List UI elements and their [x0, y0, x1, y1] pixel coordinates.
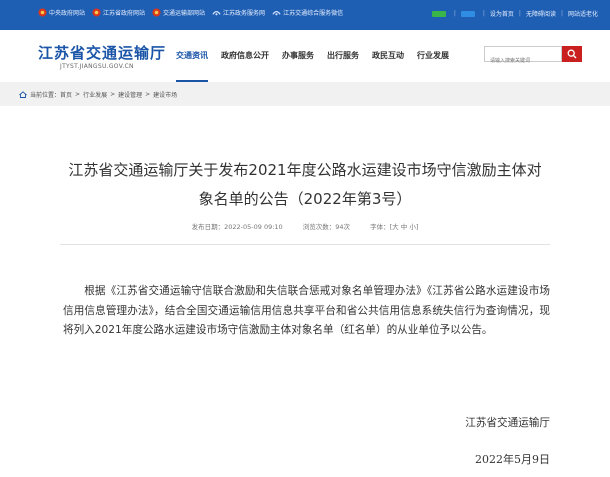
breadcrumb-construction[interactable]: 建设管理 [118, 90, 142, 99]
article-body: 根据《江苏省交通运输守信联合激励和失信联合惩戒对象名单管理办法》《江苏省公路水运… [63, 285, 550, 336]
link-label: 江苏政务服务网 [223, 10, 266, 17]
main-nav: 交通资讯 政府信息公开 办事服务 出行服务 政民互动 行业发展 [176, 50, 462, 82]
link-wechat-service[interactable]: 江苏交通综合服务微信 [272, 8, 343, 17]
emblem-icon [38, 8, 47, 17]
nav-transport-news[interactable]: 交通资讯 [176, 50, 208, 82]
link-label: 江苏交通综合服务微信 [283, 10, 344, 17]
article-signature: 江苏省交通运输厅 [465, 417, 550, 429]
publish-info: 发布日期：2022-05-09 09:10 [191, 223, 283, 231]
article-meta: 发布日期：2022-05-09 09:10 浏览次数：94次 字体：[大 中 小… [40, 221, 570, 231]
link-label: 中央政府网站 [49, 10, 86, 17]
badge-green-icon[interactable] [431, 10, 446, 17]
link-gov-service[interactable]: 江苏政务服务网 [212, 8, 265, 17]
search-button[interactable] [562, 46, 582, 62]
nav-industry[interactable]: 行业发展 [417, 50, 449, 61]
breadcrumb-home[interactable]: 首页 [60, 90, 72, 99]
article-date: 2022年5月9日 [475, 453, 550, 466]
link-label: 江苏省政府网站 [103, 10, 146, 17]
accessible-reading-link[interactable]: 无障碍阅读 [526, 9, 556, 18]
link-ministry-transport[interactable]: 交通运输部网站 [152, 8, 205, 17]
font-size-control: 字体：[大 中 小] [370, 223, 419, 231]
site-title[interactable]: 江苏省交通运输厅 [38, 42, 166, 63]
meta-divider [60, 244, 550, 245]
set-home-link[interactable]: 设为首页 [490, 9, 514, 18]
article-title: 江苏省交通运输厅关于发布2021年度公路水运建设市场守信激励主体对 象名单的公告… [40, 156, 570, 214]
top-links: 中央政府网站 江苏省政府网站 交通运输部网站 江苏政务服务网 江苏交通综合服务微… [38, 8, 350, 17]
site-domain: JTYST.JIANGSU.GOV.CN [60, 63, 134, 70]
nav-services[interactable]: 办事服务 [282, 50, 314, 61]
service-icon [272, 10, 281, 16]
emblem-icon [152, 8, 161, 17]
nav-travel[interactable]: 出行服务 [327, 50, 359, 61]
site-header: 江苏省交通运输厅 JTYST.JIANGSU.GOV.CN 交通资讯 政府信息公… [0, 30, 610, 82]
font-large-button[interactable]: 大 [392, 223, 399, 231]
home-icon [19, 91, 27, 98]
article-content: 江苏省交通运输厅关于发布2021年度公路水运建设市场守信激励主体对 象名单的公告… [0, 106, 610, 477]
service-icon [212, 10, 221, 16]
search-box [484, 46, 562, 68]
breadcrumb-prefix: 当前位置： [30, 92, 61, 99]
link-label: 交通运输部网站 [163, 10, 206, 17]
views-count: 94次 [335, 223, 351, 231]
breadcrumb-market[interactable]: 建设市场 [153, 90, 177, 99]
publish-date: 2022-05-09 09:10 [224, 223, 283, 231]
search-input[interactable] [485, 54, 561, 68]
article-title-line1: 江苏省交通运输厅关于发布2021年度公路水运建设市场守信激励主体对 [68, 161, 542, 179]
link-province-gov[interactable]: 江苏省政府网站 [92, 8, 145, 17]
top-bar: 中央政府网站 江苏省政府网站 交通运输部网站 江苏政务服务网 江苏交通综合服务微… [0, 0, 610, 30]
views-info: 浏览次数：94次 [302, 223, 351, 231]
search-icon [567, 49, 577, 59]
elderly-mode-link[interactable]: 网站适老化 [568, 9, 598, 18]
breadcrumb: 当前位置： 首页 > 行业发展 > 建设管理 > 建设市场 [19, 90, 177, 99]
emblem-icon [92, 8, 101, 17]
font-medium-button[interactable]: 中 [401, 223, 408, 231]
nav-gov-info[interactable]: 政府信息公开 [221, 50, 269, 61]
article-title-line2: 象名单的公告（2022年第3号） [198, 190, 412, 208]
top-right-links: | | 设为首页 | 无障碍阅读 | 网站适老化 [431, 9, 598, 18]
link-central-gov[interactable]: 中央政府网站 [38, 8, 85, 17]
breadcrumb-bar: 当前位置： 首页 > 行业发展 > 建设管理 > 建设市场 [0, 82, 610, 106]
breadcrumb-industry[interactable]: 行业发展 [83, 90, 107, 99]
badge-blue-icon[interactable] [460, 10, 475, 17]
nav-interaction[interactable]: 政民互动 [372, 50, 404, 61]
